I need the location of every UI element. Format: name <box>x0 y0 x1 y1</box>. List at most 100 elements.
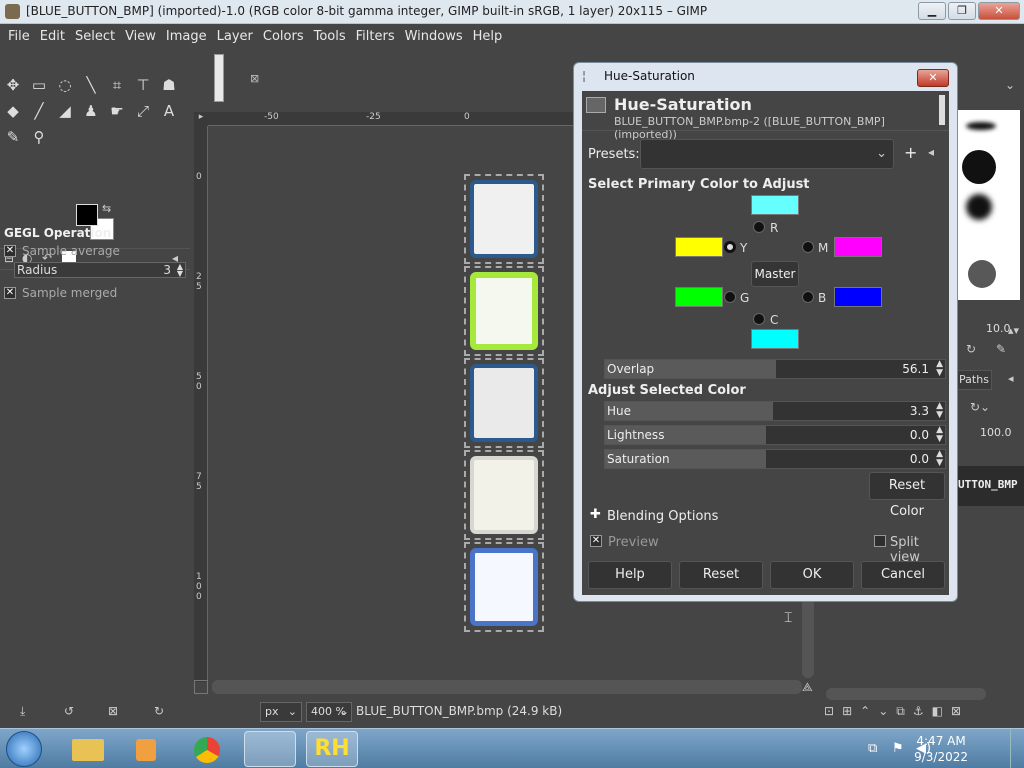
saturation-slider[interactable]: Saturation 0.0 ▲ ▼ <box>604 449 946 469</box>
sample-average-checkbox[interactable]: ✕ <box>4 245 16 257</box>
raise-layer-icon[interactable]: ⌃ <box>860 704 870 724</box>
mask-icon[interactable]: ◧ <box>932 704 943 724</box>
lightness-slider[interactable]: Lightness 0.0 ▲ ▼ <box>604 425 946 445</box>
restore-options-icon[interactable]: ↺ <box>64 704 74 718</box>
zoom-icon[interactable]: ⚲ <box>28 126 50 148</box>
ruler-corner-icon[interactable]: ▸ <box>194 112 208 126</box>
save-options-icon[interactable]: ⤓ <box>20 704 25 719</box>
edit-brush-icon[interactable]: ✎ <box>996 342 1006 356</box>
menu-colors[interactable]: Colors <box>259 29 308 44</box>
anchor-layer-icon[interactable]: ⚓ <box>913 704 924 724</box>
reset-button[interactable]: Reset <box>679 561 763 589</box>
delete-layer-icon[interactable]: ⊠ <box>951 704 961 724</box>
menu-file[interactable]: File <box>4 29 34 44</box>
spin-icon[interactable]: ▲ ▼ <box>936 450 943 468</box>
menu-select[interactable]: Select <box>71 29 119 44</box>
swap-colors-icon[interactable]: ⇆ <box>102 202 111 215</box>
menu-windows[interactable]: Windows <box>401 29 467 44</box>
show-desktop-button[interactable] <box>1010 729 1024 768</box>
menu-image[interactable]: Image <box>162 29 211 44</box>
sample-merged-checkbox[interactable]: ✕ <box>4 287 16 299</box>
menu-edit[interactable]: Edit <box>36 29 69 44</box>
media-player-taskbar-icon[interactable] <box>120 731 172 767</box>
zoom-select[interactable]: 400 % ⌄ <box>306 702 352 722</box>
close-button[interactable]: ✕ <box>978 2 1020 20</box>
foreground-color-swatch[interactable] <box>76 204 98 226</box>
brush-preview-grid[interactable] <box>958 110 1020 300</box>
rect-select-icon[interactable]: ▭ <box>28 74 50 96</box>
network-icon[interactable]: ⧉ <box>868 741 877 756</box>
action-center-icon[interactable]: ⚑ <box>892 741 904 756</box>
radius-field[interactable]: Radius 3 ▲ ▼ <box>14 262 186 278</box>
clone-icon[interactable]: ♟ <box>80 100 102 122</box>
radio-b[interactable] <box>802 291 814 303</box>
quick-mask-icon[interactable] <box>194 680 208 694</box>
clock[interactable]: 4:47 AM 9/3/2022 <box>914 733 968 765</box>
resource-hacker-taskbar-icon[interactable]: RH <box>306 731 358 767</box>
image-thumbnail[interactable] <box>214 54 224 102</box>
horizontal-scrollbar[interactable] <box>212 680 802 694</box>
reset-options-icon[interactable]: ↻ <box>154 704 164 718</box>
fuzzy-select-icon[interactable]: ╲ <box>80 74 102 96</box>
menu-help[interactable]: Help <box>469 29 507 44</box>
mode-icon[interactable]: ↻⌄ <box>970 400 990 414</box>
minimize-button[interactable]: ▁ <box>918 2 946 20</box>
menu-filters[interactable]: Filters <box>352 29 399 44</box>
reset-color-button[interactable]: Reset Color <box>869 472 945 519</box>
delete-options-icon[interactable]: ⊠ <box>108 704 118 718</box>
smudge-icon[interactable]: ☛ <box>106 100 128 122</box>
menu-view[interactable]: View <box>121 29 160 44</box>
panel-menu-icon[interactable]: ◂ <box>1008 372 1014 385</box>
unit-select[interactable]: px ⌄ <box>260 702 302 722</box>
crop-icon[interactable]: ⌗ <box>106 74 128 96</box>
hue-slider[interactable]: Hue 3.3 ▲ ▼ <box>604 401 946 421</box>
tab-paths[interactable]: Paths <box>956 370 992 390</box>
spin-icon[interactable]: ▲ ▼ <box>936 402 943 420</box>
chevron-down-icon[interactable]: ⌄ <box>998 78 1022 98</box>
move-tool-icon[interactable]: ✥ <box>2 74 24 96</box>
close-image-icon[interactable]: ⊠ <box>250 72 259 85</box>
new-layer-icon[interactable]: ⊡ <box>824 704 834 724</box>
preset-menu-icon[interactable]: ◂ <box>928 145 934 159</box>
radius-spin-icon[interactable]: ▲ ▼ <box>177 263 183 278</box>
duplicate-layer-icon[interactable]: ⧉ <box>896 704 905 724</box>
split-view-checkbox[interactable]: ✕ <box>874 535 886 547</box>
warp-icon[interactable]: ☗ <box>158 74 180 96</box>
master-button[interactable]: Master <box>751 261 799 287</box>
refresh-icon[interactable]: ↻ <box>966 342 976 356</box>
bucket-fill-icon[interactable]: ◆ <box>2 100 24 122</box>
blending-options-label[interactable]: Blending Options <box>607 509 718 524</box>
transform-icon[interactable]: ⊤ <box>132 74 154 96</box>
lower-layer-icon[interactable]: ⌄ <box>878 704 888 724</box>
new-group-icon[interactable]: ⊞ <box>842 704 852 724</box>
spin-icon[interactable]: ▲ ▼ <box>936 426 943 444</box>
radio-g[interactable] <box>724 291 736 303</box>
help-button[interactable]: Help <box>588 561 672 589</box>
radio-r[interactable] <box>753 221 765 233</box>
gimp-taskbar-icon[interactable] <box>244 731 296 767</box>
menu-tools[interactable]: Tools <box>310 29 350 44</box>
eraser-icon[interactable]: ◢ <box>54 100 76 122</box>
presets-combo[interactable]: ⌄ <box>640 139 894 169</box>
cancel-button[interactable]: Cancel <box>861 561 945 589</box>
menu-layer[interactable]: Layer <box>213 29 257 44</box>
navigate-icon[interactable]: ⟁ <box>802 680 813 695</box>
paths-icon[interactable]: ⤢ <box>132 100 154 122</box>
radio-y[interactable] <box>724 241 736 253</box>
radio-m[interactable] <box>802 241 814 253</box>
lasso-icon[interactable]: ◌ <box>54 74 76 96</box>
start-button[interactable] <box>6 731 42 767</box>
color-picker-icon[interactable]: ✎ <box>2 126 24 148</box>
text-tool-icon[interactable]: A <box>158 100 180 122</box>
chrome-taskbar-icon[interactable] <box>180 731 232 767</box>
dock-scrollbar[interactable] <box>826 688 986 700</box>
explorer-taskbar-icon[interactable] <box>62 731 114 767</box>
add-preset-icon[interactable]: + <box>904 143 917 162</box>
spin-icon[interactable]: ▲ ▼ <box>936 360 943 378</box>
overlap-slider[interactable]: Overlap 56.1 ▲ ▼ <box>604 359 946 379</box>
layer-row[interactable]: UTTON_BMP <box>956 466 1024 506</box>
expand-icon[interactable]: ✚ <box>590 507 601 522</box>
dialog-close-button[interactable]: ✕ <box>917 69 949 87</box>
radio-c[interactable] <box>753 313 765 325</box>
maximize-button[interactable]: ❐ <box>948 2 976 20</box>
